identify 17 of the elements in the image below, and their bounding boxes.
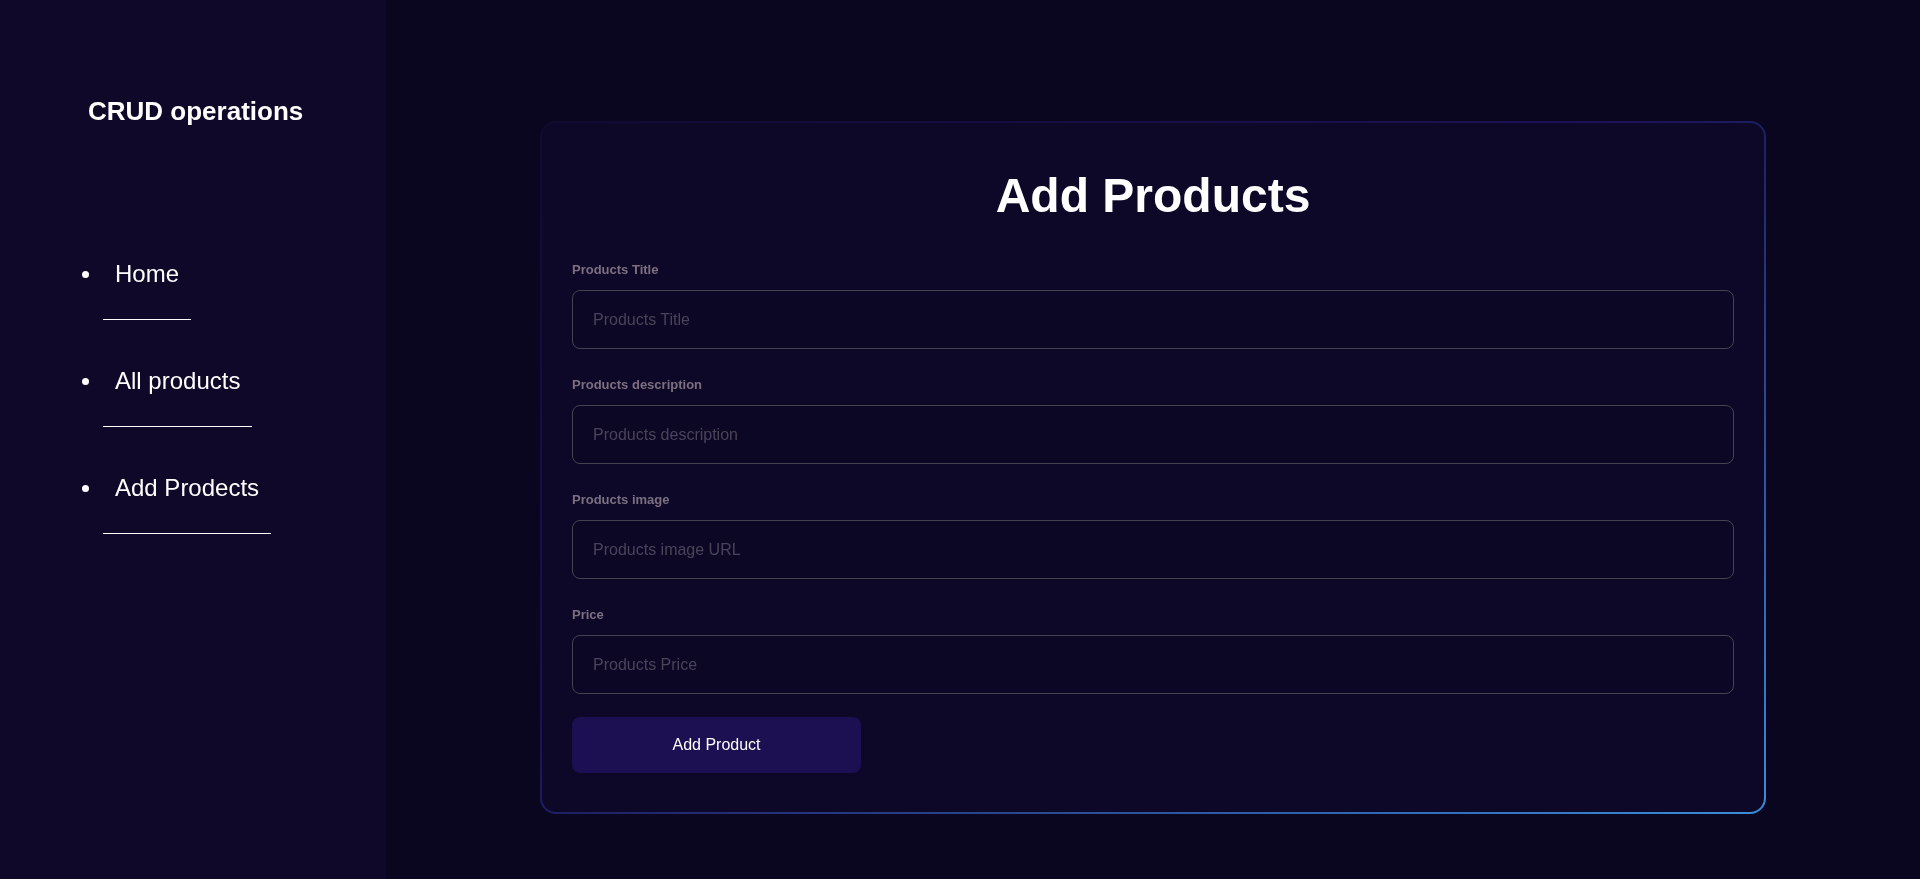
add-product-button[interactable]: Add Product <box>572 717 861 773</box>
bullet-icon <box>82 378 89 385</box>
nav-link[interactable]: Home <box>103 260 192 320</box>
bullet-icon <box>82 271 89 278</box>
app-title: CRUD operations <box>88 96 305 126</box>
field-label: Products description <box>572 377 703 393</box>
bullet-icon <box>82 485 89 492</box>
field-label: Products image <box>572 492 670 508</box>
form-heading: Add Products <box>994 168 1312 224</box>
input-field[interactable]: Products Price <box>572 635 1734 694</box>
input-field[interactable]: Products image URL <box>572 520 1734 579</box>
input-field[interactable]: Products description <box>572 405 1734 464</box>
field-label: Price <box>572 607 604 623</box>
input-field[interactable]: Products Title <box>572 290 1734 349</box>
field-label: Products Title <box>572 262 659 278</box>
nav-link[interactable]: All products <box>103 367 253 427</box>
nav-link[interactable]: Add Prodects <box>103 474 272 534</box>
